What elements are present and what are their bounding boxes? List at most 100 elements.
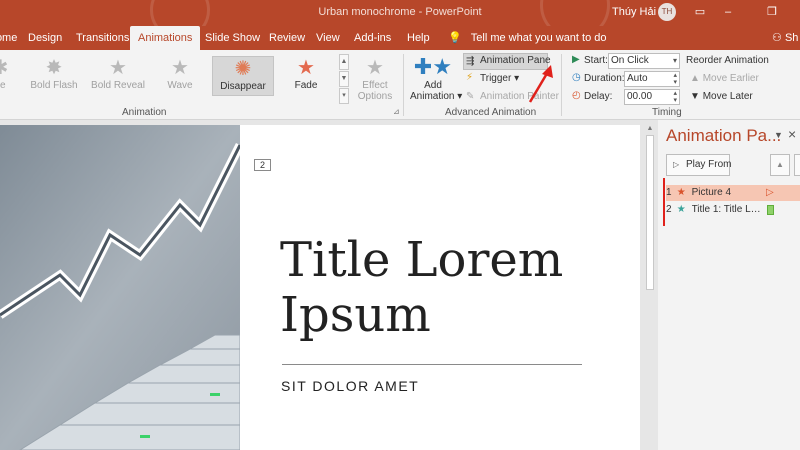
scroll-thumb[interactable] [646,135,654,290]
delay-input[interactable]: 00.00 ▴ ▾ [624,89,680,105]
scroll-up-icon[interactable]: ▲ [645,125,655,134]
effect-options-button[interactable]: ★ Effect Options [352,56,398,102]
ribbon-tabs: Home Design Transitions Animations Slide… [0,26,800,50]
move-earlier-button[interactable]: ▲ Move Earlier [690,73,759,84]
tab-home[interactable]: Home [0,26,17,50]
add-animation-label: Add [424,80,442,91]
entrance-star-icon: ★ [676,187,686,198]
duration-icon: ◷ [572,72,581,83]
tell-me-search[interactable]: 💡 Tell me what you want to do [448,26,607,50]
start-value: On Click [611,55,649,66]
slide-number-box[interactable]: 2 [254,159,271,171]
reorder-animation-title: Reorder Animation [686,55,769,66]
duration-value: Auto [627,73,648,84]
gallery-scroll: ▲ ▼ ▾ [339,54,349,104]
animation-pane-icon: ⇶ [466,56,475,67]
effect-options-label: Options [357,91,393,102]
dialog-launcher-icon[interactable]: ⊿ [393,107,400,116]
animation-fade[interactable]: ★ Fade [276,56,336,96]
delay-value: 00.00 [627,91,653,102]
start-label: Start: [584,55,608,66]
item-number: 2 [666,204,672,215]
move-later-label: Move Later [702,91,753,102]
group-separator [403,54,404,116]
animation-pane-title: Animation Pa... [666,126,782,145]
share-button[interactable]: ⚇ Sh [772,26,798,50]
tab-animations[interactable]: Animations [130,26,201,50]
gallery-up-button[interactable]: ▲ [339,54,349,70]
play-from-button[interactable]: ▷ Play From [666,154,732,176]
trigger-label: Trigger [480,73,512,84]
delay-icon: ◴ [572,90,581,101]
tab-help[interactable]: Help [407,26,430,50]
gallery-down-button[interactable]: ▼ [339,71,349,87]
delay-label: Delay: [584,91,613,102]
animation-label: Fade [294,80,318,91]
tab-design[interactable]: Design [28,26,62,50]
timeline-bar[interactable] [767,205,774,215]
move-earlier-label: Move Earlier [702,73,759,84]
item-number: 1 [666,187,672,198]
slide-divider [282,364,582,365]
animation-disappear[interactable]: ✺ Disappear [212,56,274,96]
group-separator [561,54,562,116]
person-icon: ⚇ [772,32,782,44]
tab-slide-show[interactable]: Slide Show [205,26,260,50]
ribbon-display-icon[interactable]: ▭ [692,3,708,21]
group-advanced-label: Advanced Animation [445,107,537,118]
animation-painter-icon: ✎ [466,91,475,102]
group-timing-label: Timing [652,107,682,118]
start-icon: ▶ [572,54,580,65]
animation-label: Bold Flash [30,80,78,91]
spinner-icon[interactable]: ▴ ▾ [673,72,677,86]
duration-label: Duration: [584,73,625,84]
add-animation-button[interactable]: ✚★ Add Animation ▾ [410,54,462,106]
avatar[interactable]: TH [658,3,676,21]
move-down-button[interactable] [794,154,800,176]
animation-bold-flash[interactable]: ✸ Bold Flash [24,56,84,96]
minimize-icon[interactable]: – [720,3,736,21]
stairs-photo-graphic [0,125,240,450]
entrance-star-icon: ★ [676,204,686,215]
close-icon[interactable]: × [788,126,796,142]
spinner-icon[interactable]: ▴ ▾ [673,90,677,104]
document-title: Urban monochrome - PowerPoint [318,6,482,18]
trigger-button[interactable]: Trigger ▾ [480,73,519,84]
gallery-more-button[interactable]: ▾ [339,88,349,104]
picture-4[interactable] [0,125,240,450]
animation-bold-reveal[interactable]: ★ Bold Reveal [88,56,148,96]
chevron-down-icon: ▾ [672,56,677,65]
start-select[interactable]: On Click ▾ [608,53,680,69]
tab-transitions[interactable]: Transitions [76,26,129,50]
animation-list-item[interactable]: 2 ★ Title 1: Title Lore... [666,202,800,218]
animation-label: Bold Reveal [91,80,145,91]
tab-review[interactable]: Review [269,26,305,50]
tab-add-ins[interactable]: Add-ins [354,26,391,50]
slide-title-line: Title Lorem [280,232,564,288]
user-name[interactable]: Thúy Hải [612,6,656,18]
animation-wave[interactable]: ★ Wave [150,56,210,96]
item-name: Title 1: Title Lore... [691,204,764,215]
add-animation-icon: ✚★ [413,54,453,79]
animation-list-item[interactable]: 1 ★ Picture 4 ▷ [666,185,800,201]
slide-subtitle[interactable]: SIT DOLOR AMET [281,378,419,394]
slide-title[interactable]: Title Lorem Ipsum [280,233,620,343]
restore-icon[interactable]: ❐ [764,3,780,21]
lightbulb-icon: 💡 [448,32,462,44]
annotation-red-line [663,178,665,226]
tab-view[interactable]: View [316,26,340,50]
animation-label: Disappear [220,81,266,92]
pane-options-icon[interactable]: ▼ [774,130,783,140]
ribbon: ✱ ne ✸ Bold Flash ★ Bold Reveal ★ Wave ✺… [0,50,800,120]
slide-canvas[interactable]: 2 Title Lorem Ipsum SIT DOLOR AMET [0,125,640,450]
slide-title-line: Ipsum [280,287,431,343]
move-up-button[interactable]: ▲ [770,154,790,176]
duration-input[interactable]: Auto ▴ ▾ [624,71,680,87]
effect-options-label: Effect [362,80,388,91]
move-later-button[interactable]: ▼ Move Later [690,91,753,102]
bold-reveal-icon: ★ [109,57,127,79]
bold-flash-icon: ✸ [45,57,63,79]
disappear-icon: ✺ [234,58,252,80]
slide-scrollbar[interactable]: ▲ [644,125,656,450]
annotation-arrow [528,65,553,103]
